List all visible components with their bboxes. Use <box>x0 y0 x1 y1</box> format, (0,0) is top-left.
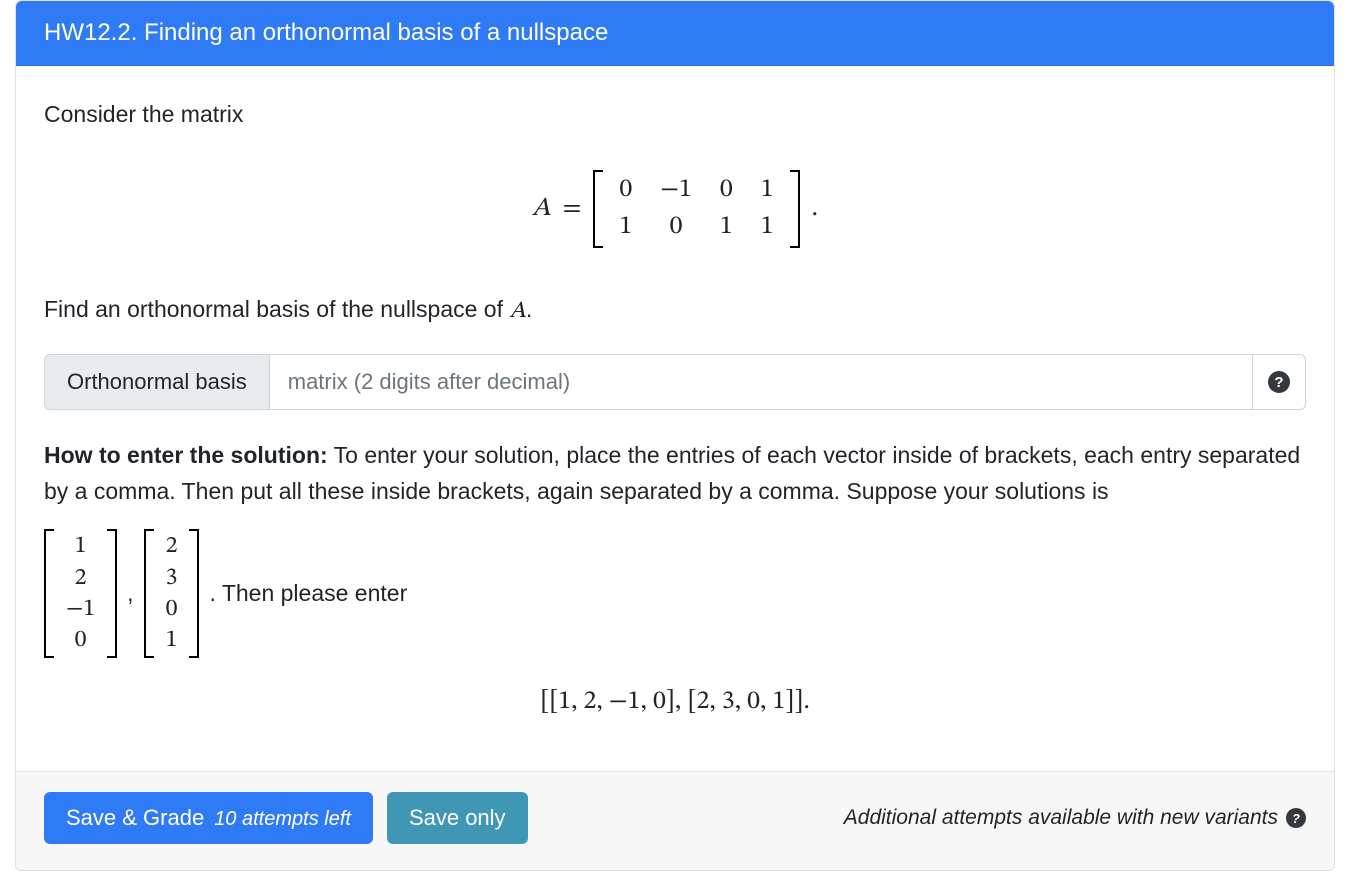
help-icon: ? <box>1268 371 1290 393</box>
matrix-cell: 0 <box>605 172 646 209</box>
intro-text: Consider the matrix <box>44 98 1306 130</box>
example-vectors-row: 1 2 −1 0 , 2 3 0 1 . Then please enter <box>44 529 1306 658</box>
matrix-cell: 1 <box>747 209 788 246</box>
footer-note: Additional attempts available with new v… <box>844 806 1306 830</box>
vec-cell: 1 <box>56 531 105 562</box>
matrix-A: 0 −1 0 1 1 0 1 1 <box>593 170 799 248</box>
question-body: Consider the matrix A = 0 −1 0 1 1 <box>16 66 1334 771</box>
save-grade-label: Save & Grade <box>66 805 204 831</box>
answer-input[interactable] <box>269 354 1252 410</box>
find-line-post: . <box>526 296 532 322</box>
find-line: Find an orthonormal basis of the nullspa… <box>44 296 1306 326</box>
trailing-period: . <box>812 193 818 226</box>
vec-cell: 2 <box>156 531 188 562</box>
help-icon[interactable]: ? <box>1286 808 1306 828</box>
question-header: HW12.2. Finding an orthonormal basis of … <box>16 1 1334 66</box>
example-vector-2: 2 3 0 1 <box>144 529 200 658</box>
vec-cell: 1 <box>156 625 188 656</box>
save-grade-button[interactable]: Save & Grade 10 attempts left <box>44 792 373 844</box>
save-only-label: Save only <box>409 805 506 831</box>
matrix-cell: 0 <box>706 172 747 209</box>
equals-sign: = <box>563 193 582 226</box>
matrix-cell: 1 <box>605 209 646 246</box>
save-only-button[interactable]: Save only <box>387 792 528 844</box>
vec-cell: 0 <box>156 594 188 625</box>
example-vector-1: 1 2 −1 0 <box>44 529 117 658</box>
vec-cell: 3 <box>156 563 188 594</box>
matrix-cell: −1 <box>646 172 706 209</box>
matrix-symbol: A <box>532 193 551 226</box>
example-after-text: . Then please enter <box>209 580 407 607</box>
vec-cell: 2 <box>56 563 105 594</box>
answer-input-group: Orthonormal basis ? <box>44 354 1306 410</box>
matrix-cell: 1 <box>747 172 788 209</box>
example-entry: [[1, 2, −1, 0], [2, 3, 0, 1]]. <box>44 686 1306 719</box>
question-card: HW12.2. Finding an orthonormal basis of … <box>15 0 1335 871</box>
answer-label: Orthonormal basis <box>44 354 269 410</box>
find-line-pre: Find an orthonormal basis of the nullspa… <box>44 296 509 322</box>
instructions-block: How to enter the solution: To enter your… <box>44 438 1306 509</box>
find-line-symbol: A <box>509 300 526 323</box>
question-title: HW12.2. Finding an orthonormal basis of … <box>44 19 608 46</box>
instructions-bold: How to enter the solution: <box>44 442 328 468</box>
input-help-button[interactable]: ? <box>1252 354 1306 410</box>
matrix-equation: A = 0 −1 0 1 1 0 1 1 <box>44 170 1306 248</box>
matrix-cell: 0 <box>646 209 706 246</box>
additional-attempts-text: Additional attempts available with new v… <box>844 806 1278 830</box>
vec-cell: 0 <box>56 625 105 656</box>
attempts-left: 10 attempts left <box>214 808 351 831</box>
vec-cell: −1 <box>56 594 105 625</box>
question-footer: Save & Grade 10 attempts left Save only … <box>16 771 1334 870</box>
matrix-cell: 1 <box>706 209 747 246</box>
vector-separator: , <box>127 580 133 607</box>
